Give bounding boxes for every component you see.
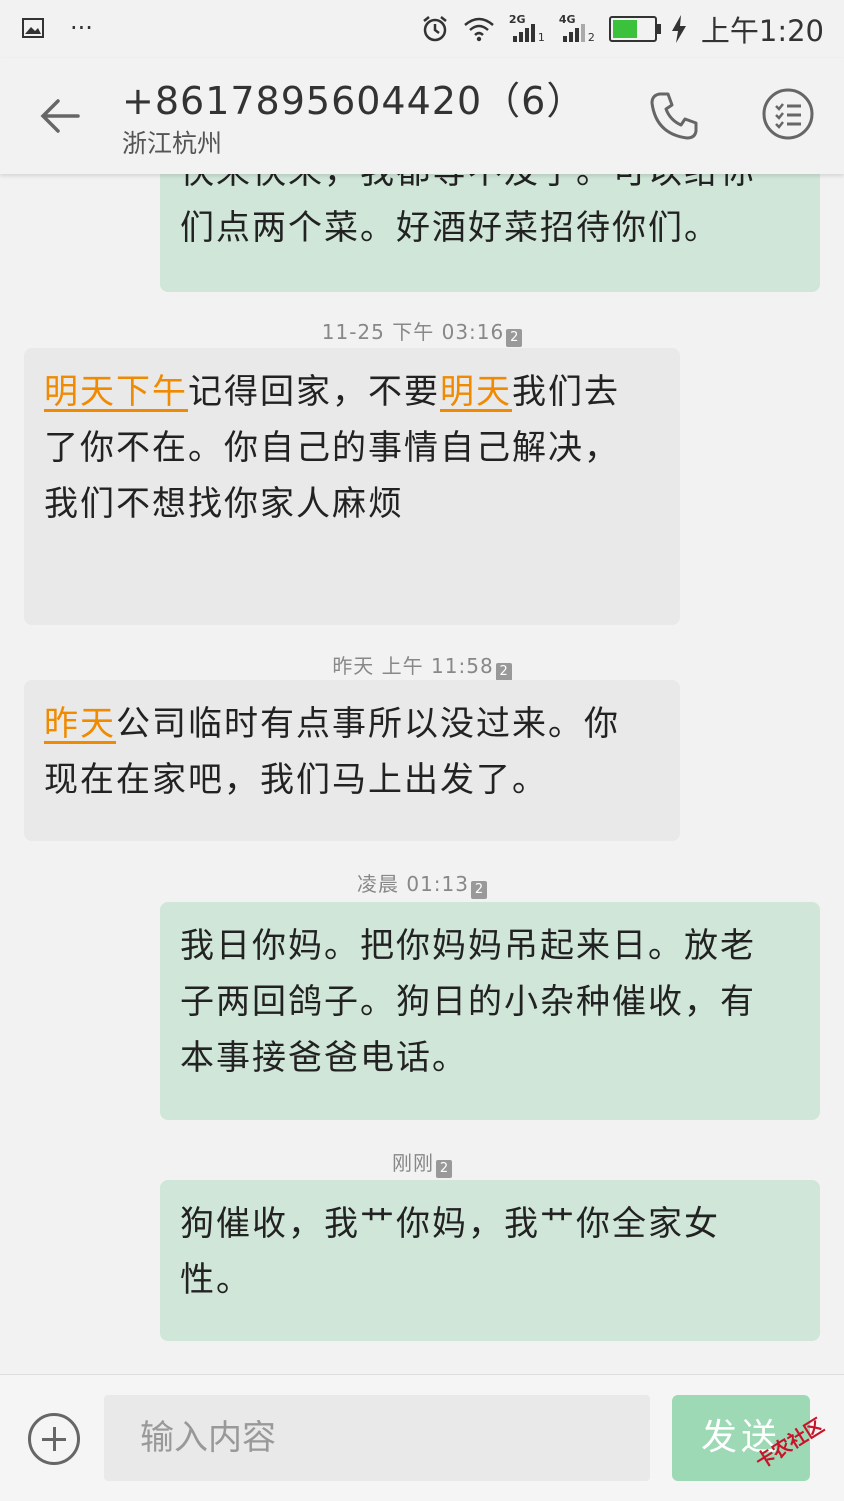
status-bar: ··· 2G 1 4G 2 上午1:20 (0, 0, 844, 58)
image-notification-icon (22, 18, 44, 38)
alarm-icon (423, 16, 447, 42)
message-text: 我日你妈。把你妈妈吊起来日。放老 (180, 926, 756, 966)
back-arrow-icon[interactable] (38, 94, 82, 138)
outgoing-message[interactable]: 快来快来，我都等不及了。可以给你 们点两个菜。好酒好菜招待你们。 (160, 174, 820, 292)
wifi-icon (464, 17, 494, 42)
charging-icon (671, 15, 686, 43)
message-options-icon[interactable] (760, 86, 816, 142)
more-notifications-icon: ··· (70, 14, 93, 42)
message-text: 明天下午记得回家，不要明天我们去 (44, 372, 620, 412)
outgoing-message[interactable]: 狗催收，我艹你妈，我艹你全家女 性。 (160, 1180, 820, 1341)
message-timestamp: 刚刚 2 (0, 1147, 844, 1178)
message-text: 了你不在。你自己的事情自己解决， (44, 428, 620, 468)
sim2-badge-icon: 2 (495, 663, 512, 681)
message-text: 本事接爸爸电话。 (180, 1038, 468, 1078)
message-text: 子两回鸽子。狗日的小杂种催收，有 (180, 982, 756, 1022)
compose-bar: 发送 (0, 1374, 844, 1501)
signal-sim1-icon: 2G 1 (508, 13, 545, 44)
incoming-message[interactable]: 昨天公司临时有点事所以没过来。你 现在在家吧，我们马上出发了。 (24, 680, 680, 841)
message-input[interactable] (104, 1395, 650, 1481)
outgoing-message[interactable]: 我日你妈。把你妈妈吊起来日。放老 子两回鸽子。狗日的小杂种催收，有 本事接爸爸电… (160, 902, 820, 1120)
message-timestamp: 昨天 上午 11:58 2 (0, 650, 844, 681)
contact-number: +8617895604420（6） (122, 79, 586, 123)
message-list[interactable]: 快来快来，我都等不及了。可以给你 们点两个菜。好酒好菜招待你们。 11-25 下… (0, 174, 844, 1374)
message-text: 快来快来，我都等不及了。可以给你 (180, 174, 798, 200)
incoming-message[interactable]: 明天下午记得回家，不要明天我们去 了你不在。你自己的事情自己解决， 我们不想找你… (24, 348, 680, 625)
message-text: 我们不想找你家人麻烦 (44, 484, 404, 524)
battery-icon (608, 16, 661, 42)
sim2-badge-icon: 2 (471, 881, 487, 899)
signal-sim2-icon: 4G 2 (558, 13, 595, 44)
add-attachment-icon[interactable] (28, 1413, 80, 1465)
date-link[interactable]: 明天下午 (44, 372, 188, 412)
sim2-badge-icon: 2 (506, 329, 523, 347)
message-timestamp: 11-25 下午 03:16 2 (0, 316, 844, 347)
phone-call-icon[interactable] (646, 88, 702, 144)
message-text: 昨天公司临时有点事所以没过来。你 (44, 704, 620, 744)
status-time: 上午1:20 (700, 14, 824, 48)
conversation-header: +8617895604420（6） 浙江杭州 (0, 58, 844, 174)
message-text: 狗催收，我艹你妈，我艹你全家女 (180, 1204, 720, 1244)
message-text: 们点两个菜。好酒好菜招待你们。 (180, 208, 720, 248)
date-link[interactable]: 昨天 (44, 704, 116, 744)
message-text: 现在在家吧，我们马上出发了。 (44, 760, 548, 800)
message-text: 性。 (180, 1260, 252, 1300)
sim2-badge-icon: 2 (436, 1160, 452, 1178)
contact-location: 浙江杭州 (122, 129, 223, 158)
message-timestamp: 凌晨 01:13 2 (0, 868, 844, 899)
date-link[interactable]: 明天 (440, 372, 512, 412)
